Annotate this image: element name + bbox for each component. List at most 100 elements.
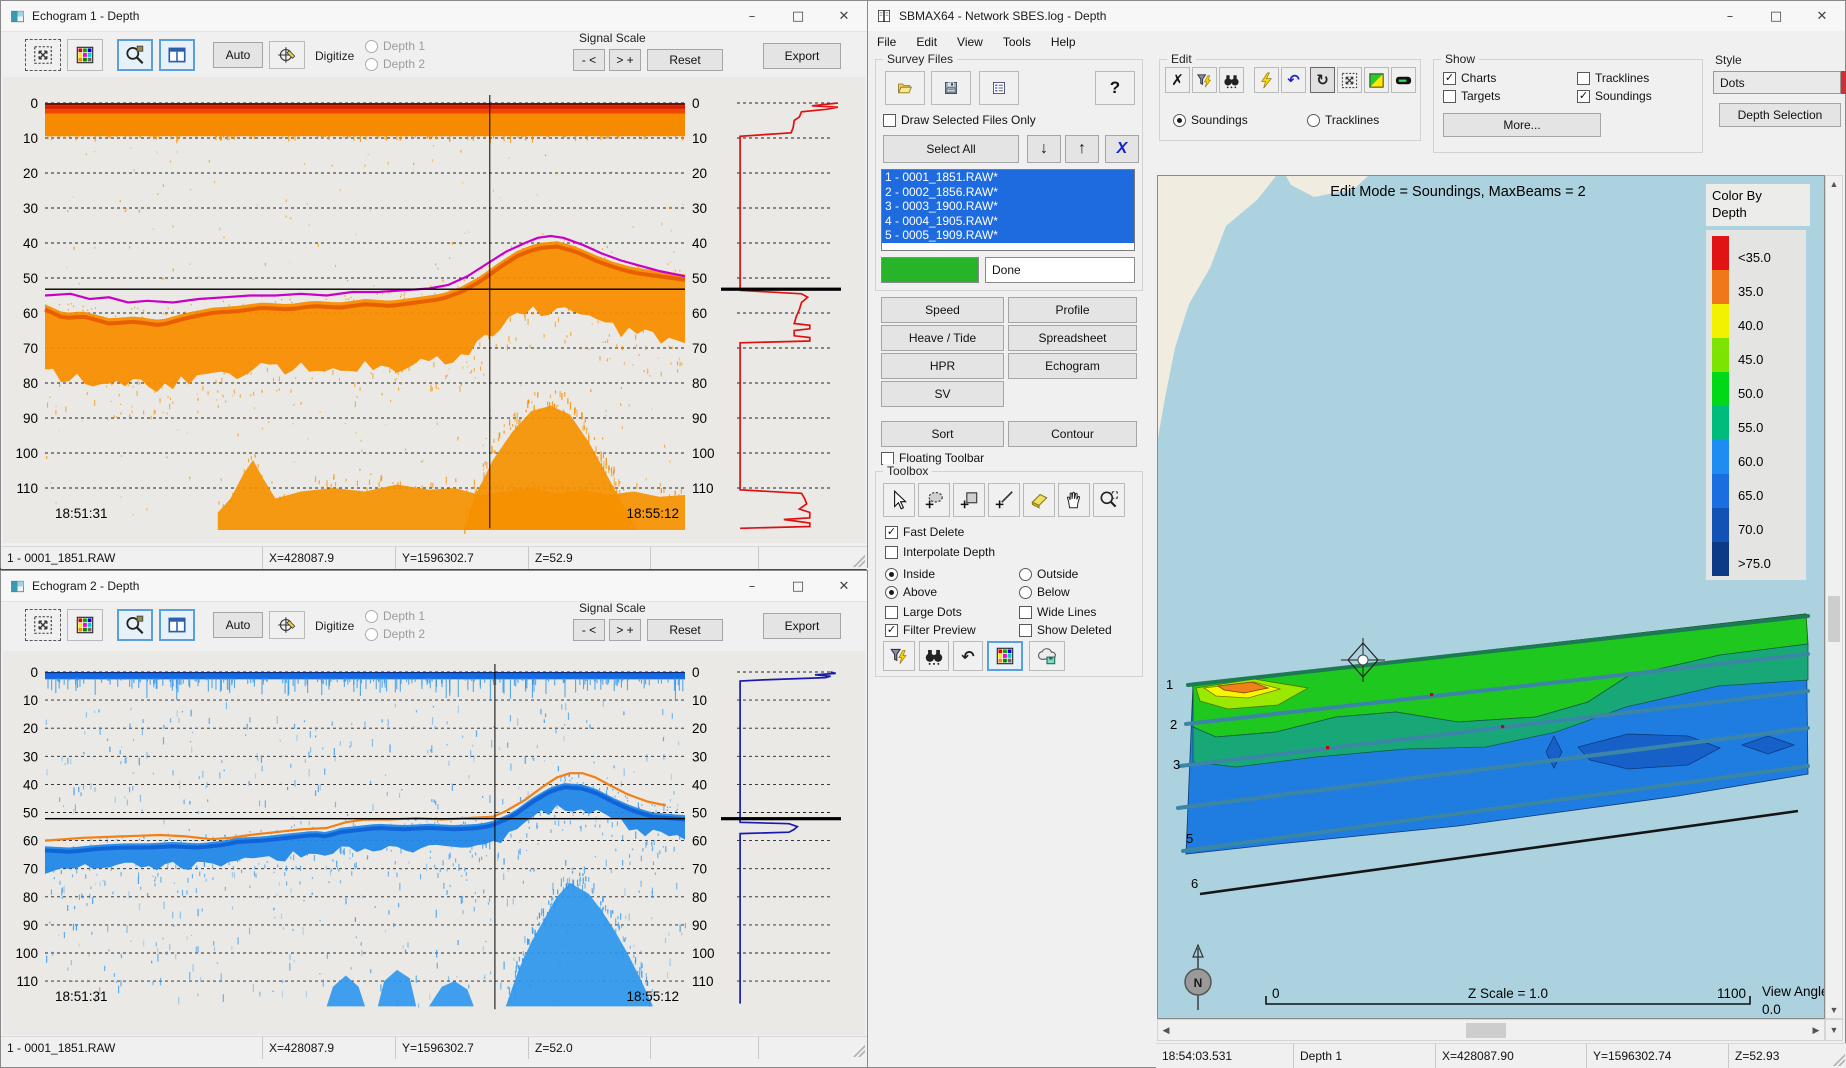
fit-view-button[interactable] — [25, 609, 61, 641]
file-list-button[interactable] — [979, 71, 1019, 105]
panel-button-speed[interactable]: Speed — [881, 297, 1004, 323]
export-button[interactable]: Export — [763, 43, 841, 69]
scroll-corner[interactable]: ▼ — [1825, 1019, 1843, 1041]
scroll-down-icon[interactable]: ▼ — [1826, 1002, 1842, 1018]
panel-button-spreadsheet[interactable]: Spreadsheet — [1008, 325, 1137, 351]
more-button[interactable]: More... — [1443, 113, 1601, 137]
close-button[interactable]: ✕ — [821, 1, 867, 31]
fast-delete-checkbox[interactable]: ✓Fast Delete — [885, 525, 964, 539]
depth2-radio[interactable]: Depth 2 — [365, 57, 425, 71]
resize-grip[interactable] — [853, 555, 865, 567]
signal-scale-inc-button[interactable]: > + — [609, 49, 641, 71]
redo-button[interactable]: ↻ — [1310, 67, 1335, 93]
search-button2[interactable] — [1219, 67, 1244, 93]
survey-file-item[interactable]: 2 - 0002_1856.RAW* — [882, 185, 1134, 200]
panel-button-heave-tide[interactable]: Heave / Tide — [881, 325, 1004, 351]
show-tracklines-checkbox[interactable]: Tracklines — [1577, 71, 1649, 85]
delete-file-button[interactable]: X — [1105, 135, 1139, 163]
panel-button-sv[interactable]: SV — [881, 381, 1004, 407]
show-deleted-checkbox[interactable]: Show Deleted — [1019, 623, 1112, 637]
survey-file-item[interactable]: 1 - 0001_1851.RAW* — [882, 170, 1134, 185]
floating-toolbar-checkbox[interactable]: Floating Toolbar — [881, 451, 984, 465]
palette-button[interactable] — [67, 39, 103, 71]
depth1-radio[interactable]: Depth 1 — [365, 609, 425, 623]
depth-band-button[interactable] — [1391, 67, 1416, 93]
eraser-tool[interactable] — [1023, 483, 1055, 517]
signal-scale-dec-button[interactable]: - < — [573, 49, 605, 71]
inside-radio[interactable]: Inside — [885, 567, 935, 581]
matrix-color-button[interactable] — [1364, 67, 1389, 93]
scroll-left-icon[interactable]: ◀ — [1158, 1020, 1174, 1040]
help-button[interactable]: ? — [1095, 71, 1135, 105]
soundings-radio[interactable]: Soundings — [1173, 113, 1248, 127]
auto-button[interactable]: Auto — [213, 42, 263, 68]
scroll-right-icon[interactable]: ▶ — [1808, 1020, 1824, 1040]
echogram2-chart[interactable]: 0010102020303040405050606070708080909010… — [3, 651, 865, 1035]
select-expand-button[interactable] — [1337, 67, 1362, 93]
panel-button-hpr[interactable]: HPR — [881, 353, 1004, 379]
show-soundings-checkbox[interactable]: ✓Soundings — [1577, 89, 1652, 103]
map-canvas[interactable]: Edit Mode = Soundings, MaxBeams = 212356… — [1158, 176, 1824, 1018]
menu-tools[interactable]: Tools — [993, 32, 1041, 52]
panel-button-sort[interactable]: Sort — [881, 421, 1004, 447]
minimize-button[interactable]: – — [729, 1, 775, 31]
maximize-button[interactable]: □ — [1753, 1, 1799, 31]
resize-grip[interactable] — [1833, 1054, 1845, 1066]
palette-button[interactable] — [67, 609, 103, 641]
menu-edit[interactable]: Edit — [906, 32, 947, 52]
zoom-lock-button[interactable] — [117, 609, 153, 641]
zoom-lock-button[interactable] — [117, 39, 153, 71]
survey-file-item[interactable]: 5 - 0005_1909.RAW* — [882, 228, 1134, 243]
color-settings-button[interactable] — [987, 641, 1023, 671]
filter-preview-checkbox[interactable]: ✓Filter Preview — [885, 623, 976, 637]
search-button[interactable] — [919, 641, 949, 671]
map-vscrollbar[interactable]: ▲ ▼ — [1825, 175, 1843, 1019]
signal-scale-reset-button[interactable]: Reset — [647, 49, 723, 71]
style-dropdown[interactable]: Dots — [1713, 71, 1841, 94]
close-button[interactable]: ✕ — [1799, 1, 1845, 31]
signal-scale-inc-button[interactable]: > + — [609, 619, 641, 641]
show-targets-checkbox[interactable]: Targets — [1443, 89, 1500, 103]
panel-button-profile[interactable]: Profile — [1008, 297, 1137, 323]
outside-radio[interactable]: Outside — [1019, 567, 1078, 581]
depth2-radio[interactable]: Depth 2 — [365, 627, 425, 641]
panel-button-echogram[interactable]: Echogram — [1008, 353, 1137, 379]
depth-selection-button[interactable]: Depth Selection — [1719, 103, 1841, 127]
move-up-button[interactable]: ↑ — [1065, 135, 1099, 163]
fit-view-button[interactable] — [25, 39, 61, 71]
move-down-button[interactable]: ↓ — [1027, 135, 1061, 163]
select-all-button[interactable]: Select All — [883, 135, 1019, 163]
delete-soundings-button[interactable]: ✗ — [1165, 67, 1190, 93]
survey-file-item[interactable]: 4 - 0004_1905.RAW* — [882, 214, 1134, 229]
signal-scale-dec-button[interactable]: - < — [573, 619, 605, 641]
pan-tool[interactable] — [1058, 483, 1090, 517]
map-hscrollbar[interactable]: ◀ ▶ — [1157, 1019, 1825, 1041]
survey-file-list[interactable]: 1 - 0001_1851.RAW*2 - 0002_1856.RAW*3 - … — [881, 169, 1135, 251]
interpolate-depth-checkbox[interactable]: Interpolate Depth — [885, 545, 995, 559]
panel-button-contour[interactable]: Contour — [1008, 421, 1137, 447]
cloud-save-button[interactable] — [1029, 641, 1065, 671]
draw-selected-checkbox[interactable]: Draw Selected Files Only — [883, 113, 1036, 127]
maximize-button[interactable]: □ — [775, 571, 821, 601]
line-add-tool[interactable] — [988, 483, 1020, 517]
export-button[interactable]: Export — [763, 613, 841, 639]
below-radio[interactable]: Below — [1019, 585, 1070, 599]
large-dots-checkbox[interactable]: Large Dots — [885, 605, 962, 619]
auto-filter-button[interactable] — [883, 641, 915, 671]
digitize-cursor-button[interactable] — [269, 611, 305, 639]
split-view-button[interactable] — [159, 39, 195, 71]
maximize-button[interactable]: □ — [775, 1, 821, 31]
scroll-up-icon[interactable]: ▲ — [1826, 176, 1842, 192]
undo-button[interactable]: ↶ — [953, 641, 983, 671]
zoom-window-tool[interactable] — [1093, 483, 1125, 517]
menu-file[interactable]: File — [867, 32, 906, 52]
minimize-button[interactable]: – — [1707, 1, 1753, 31]
echogram2-titlebar[interactable]: Echogram 2 - Depth–□✕ — [1, 571, 867, 602]
auto-button[interactable]: Auto — [213, 612, 263, 638]
echogram1-chart[interactable]: 0010102020303040405050606070708080909010… — [3, 77, 865, 543]
minimize-button[interactable]: – — [729, 571, 775, 601]
resize-grip[interactable] — [853, 1045, 865, 1057]
undo-button2[interactable]: ↶ — [1281, 67, 1306, 93]
main-titlebar[interactable]: SBMAX64 - Network SBES.log - Depth – □ ✕ — [867, 1, 1845, 32]
select-tool[interactable] — [883, 483, 915, 517]
